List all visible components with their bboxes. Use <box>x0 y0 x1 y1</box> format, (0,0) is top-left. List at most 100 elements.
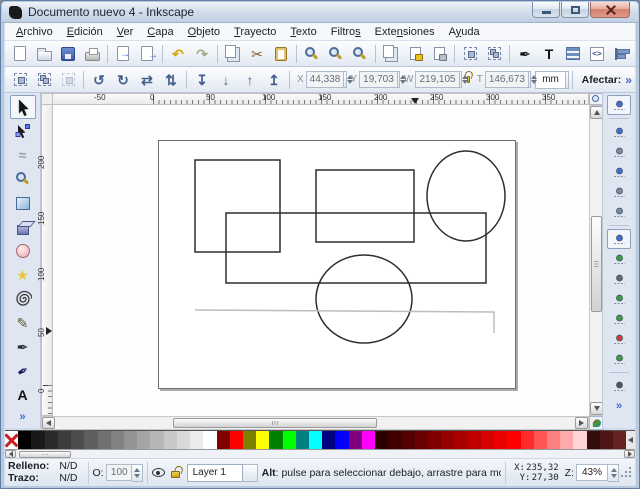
color-swatch[interactable] <box>217 431 230 449</box>
color-swatch[interactable] <box>269 431 282 449</box>
zoom-drawing[interactable] <box>325 43 347 65</box>
layer-lock-icon[interactable] <box>171 471 180 478</box>
color-swatch[interactable] <box>362 431 375 449</box>
menu-edicion[interactable]: Edición <box>60 24 110 40</box>
lower[interactable]: ↓ <box>215 69 237 91</box>
color-swatch[interactable] <box>587 431 600 449</box>
color-swatch[interactable] <box>177 431 190 449</box>
horizontal-scroll-thumb[interactable] <box>173 418 377 428</box>
rect-object[interactable] <box>195 160 280 252</box>
color-swatch[interactable] <box>349 431 362 449</box>
star-tool[interactable]: ★ <box>10 263 36 287</box>
layers-dialog[interactable] <box>562 43 584 65</box>
create-clone[interactable] <box>404 43 426 65</box>
scroll-left-button[interactable] <box>42 417 55 429</box>
zoom-spinner[interactable] <box>608 464 619 482</box>
spiral-tool[interactable] <box>10 287 36 311</box>
xml-editor[interactable]: <> <box>586 43 608 65</box>
snapbar-overflow-chevron[interactable]: » <box>616 400 622 412</box>
align-dialog[interactable] <box>610 43 632 65</box>
color-swatch[interactable] <box>190 431 203 449</box>
fill-stroke-indicator[interactable]: Relleno: N/D Trazo: N/D <box>8 461 78 484</box>
tweak-tool[interactable]: ≈ <box>10 143 36 167</box>
selector-tool[interactable] <box>10 95 36 119</box>
zoom-selection[interactable] <box>301 43 323 65</box>
layer-visibility-icon[interactable] <box>152 468 165 477</box>
color-swatch[interactable] <box>18 431 31 449</box>
lower-to-bottom[interactable]: ↧ <box>191 69 213 91</box>
color-swatch[interactable] <box>507 431 520 449</box>
color-swatch[interactable] <box>111 431 124 449</box>
export[interactable]: → <box>136 43 158 65</box>
color-swatch[interactable] <box>454 431 467 449</box>
snap-path-intersections[interactable] <box>607 269 631 289</box>
snap-cusp-nodes[interactable] <box>607 289 631 309</box>
vertical-scroll-thumb[interactable] <box>591 216 602 312</box>
menu-objeto[interactable]: Objeto <box>181 24 227 40</box>
drawing-objects[interactable] <box>53 105 589 416</box>
menu-filtros[interactable]: Filtros <box>324 24 368 40</box>
color-swatch[interactable] <box>335 431 348 449</box>
color-swatch[interactable] <box>428 431 441 449</box>
menu-ver[interactable]: Ver <box>110 24 141 40</box>
color-swatch[interactable] <box>71 431 84 449</box>
color-swatch[interactable] <box>45 431 58 449</box>
paste[interactable] <box>270 43 292 65</box>
horizontal-scrollbar[interactable] <box>41 416 589 430</box>
color-swatch[interactable] <box>150 431 163 449</box>
node-tool[interactable] <box>10 119 36 143</box>
zoom-field[interactable]: 43% <box>576 464 608 481</box>
menu-archivo[interactable]: Archivo <box>9 24 60 40</box>
snap-bbox-centers[interactable] <box>607 202 631 222</box>
minimize-button[interactable] <box>532 2 560 18</box>
select-all-layers[interactable] <box>33 69 55 91</box>
text-dialog[interactable]: T <box>538 43 560 65</box>
menu-capa[interactable]: Capa <box>140 24 180 40</box>
color-swatch[interactable] <box>600 431 613 449</box>
cut[interactable]: ✂ <box>246 43 268 65</box>
color-swatch[interactable] <box>309 431 322 449</box>
print-document[interactable] <box>81 43 103 65</box>
color-swatch[interactable] <box>31 431 44 449</box>
zoom-page[interactable] <box>349 43 371 65</box>
color-swatch[interactable] <box>560 431 573 449</box>
color-swatch[interactable] <box>58 431 71 449</box>
color-swatch[interactable] <box>534 431 547 449</box>
color-swatch[interactable] <box>375 431 388 449</box>
duplicate[interactable] <box>380 43 402 65</box>
ratio-lock-icon[interactable] <box>467 76 470 83</box>
snap-bbox-edges[interactable] <box>607 142 631 162</box>
color-swatch[interactable] <box>137 431 150 449</box>
unit-select[interactable]: mm <box>535 71 566 89</box>
color-swatch[interactable] <box>481 431 494 449</box>
flip-vertical[interactable]: ⇅ <box>160 69 182 91</box>
color-swatch[interactable] <box>230 431 243 449</box>
snap-midpoints[interactable] <box>607 329 631 349</box>
color-swatch[interactable] <box>388 431 401 449</box>
color-swatch[interactable] <box>468 431 481 449</box>
close-button[interactable] <box>590 2 630 18</box>
titlebar[interactable]: Documento nuevo 4 - Inkscape <box>2 2 638 23</box>
ellipse-object[interactable] <box>316 255 412 343</box>
calligraphy-tool[interactable]: ✒ <box>10 359 36 383</box>
copy[interactable] <box>222 43 244 65</box>
group[interactable] <box>459 43 481 65</box>
color-swatch[interactable] <box>521 431 534 449</box>
box3d-tool[interactable] <box>10 215 36 239</box>
color-swatch[interactable] <box>441 431 454 449</box>
pencil-tool[interactable]: ✎ <box>10 311 36 335</box>
snap-object-centers[interactable] <box>607 349 631 369</box>
color-swatch[interactable] <box>296 431 309 449</box>
palette-scroll-right-button[interactable] <box>624 450 635 458</box>
raise-to-top[interactable]: ↥ <box>263 69 285 91</box>
flip-horizontal[interactable]: ⇄ <box>136 69 158 91</box>
no-color-swatch[interactable] <box>5 431 18 449</box>
open-document[interactable] <box>33 43 55 65</box>
color-swatch[interactable] <box>573 431 586 449</box>
snap-bbox[interactable] <box>607 122 631 142</box>
palette-scroll-arrow[interactable] <box>626 431 635 449</box>
unlink-clone[interactable] <box>428 43 450 65</box>
snap-rotation-center[interactable] <box>607 376 631 396</box>
color-swatch[interactable] <box>124 431 137 449</box>
raise[interactable]: ↑ <box>239 69 261 91</box>
